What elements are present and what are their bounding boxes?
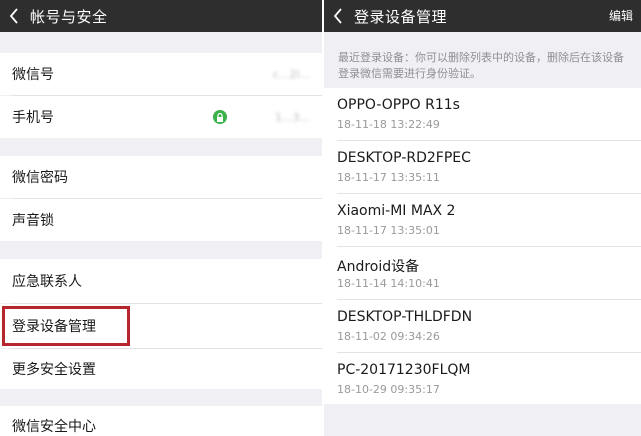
account-security-screen: 帐号与安全 微信号 c...2l... 手机号 1...3... 微信密码 声音…	[0, 0, 322, 436]
chevron-left-icon	[333, 8, 342, 24]
row-label: 手机号	[12, 110, 54, 126]
device-name: DESKTOP-RD2FPEC	[337, 150, 471, 166]
lock-icon	[213, 110, 227, 124]
device-item[interactable]: Android设备 18-11-14 14:10:41	[324, 247, 641, 299]
login-device-management-screen: 登录设备管理 编辑 最近登录设备：你可以删除列表中的设备，删除后在该设备登录微信…	[324, 0, 641, 436]
row-more-security-settings[interactable]: 更多安全设置	[0, 349, 322, 389]
device-item[interactable]: DESKTOP-RD2FPEC 18-11-17 13:35:11	[324, 141, 641, 193]
back-button[interactable]	[324, 0, 352, 32]
device-login-time: 18-11-17 13:35:11	[337, 171, 440, 184]
row-voice-lock[interactable]: 声音锁	[0, 199, 322, 241]
device-name: Android设备	[337, 259, 420, 275]
row-label: 微信号	[12, 67, 54, 83]
row-wechat-security-center[interactable]: 微信安全中心	[0, 406, 322, 436]
device-item[interactable]: Xiaomi-MI MAX 2 18-11-17 13:35:01	[324, 194, 641, 246]
edit-button[interactable]: 编辑	[609, 0, 633, 32]
wechat-id-value: c...2l...	[272, 67, 310, 81]
row-label: 微信密码	[12, 170, 68, 186]
device-name: OPPO-OPPO R11s	[337, 97, 460, 113]
back-button[interactable]	[0, 0, 28, 32]
device-login-time: 18-11-18 13:22:49	[337, 118, 440, 131]
row-label: 应急联系人	[12, 274, 82, 290]
device-item[interactable]: DESKTOP-THLDFDN 18-11-02 09:34:26	[324, 300, 641, 352]
title-bar: 帐号与安全	[0, 0, 322, 32]
device-login-time: 18-11-02 09:34:26	[337, 330, 440, 343]
device-name: Xiaomi-MI MAX 2	[337, 203, 456, 219]
row-label: 更多安全设置	[12, 362, 96, 378]
title-bar: 登录设备管理 编辑	[324, 0, 641, 32]
chevron-left-icon	[9, 8, 18, 24]
device-list: OPPO-OPPO R11s 18-11-18 13:22:49 DESKTOP…	[324, 88, 641, 404]
device-login-time: 18-10-29 09:35:17	[337, 383, 440, 396]
device-item[interactable]: PC-20171230FLQM 18-10-29 09:35:17	[324, 353, 641, 405]
row-emergency-contacts[interactable]: 应急联系人	[0, 259, 322, 303]
row-label: 声音锁	[12, 213, 54, 229]
device-list-hint: 最近登录设备：你可以删除列表中的设备，删除后在该设备登录微信需要进行身份验证。	[338, 51, 624, 80]
device-login-time: 18-11-17 13:35:01	[337, 224, 440, 237]
device-login-time: 18-11-14 14:10:41	[337, 277, 440, 290]
device-item[interactable]: OPPO-OPPO R11s 18-11-18 13:22:49	[324, 88, 641, 140]
row-login-device-management[interactable]: 登录设备管理	[0, 304, 322, 348]
row-phone-number[interactable]: 手机号 1...3...	[0, 96, 322, 138]
row-wechat-id[interactable]: 微信号 c...2l...	[0, 53, 322, 95]
device-name: DESKTOP-THLDFDN	[337, 309, 473, 325]
phone-number-value: 1...3...	[275, 110, 310, 124]
row-label: 微信安全中心	[12, 419, 96, 435]
row-label: 登录设备管理	[12, 319, 96, 335]
device-name: PC-20171230FLQM	[337, 362, 471, 378]
page-title: 登录设备管理	[354, 7, 448, 26]
page-title: 帐号与安全	[30, 7, 108, 26]
row-wechat-password[interactable]: 微信密码	[0, 156, 322, 198]
